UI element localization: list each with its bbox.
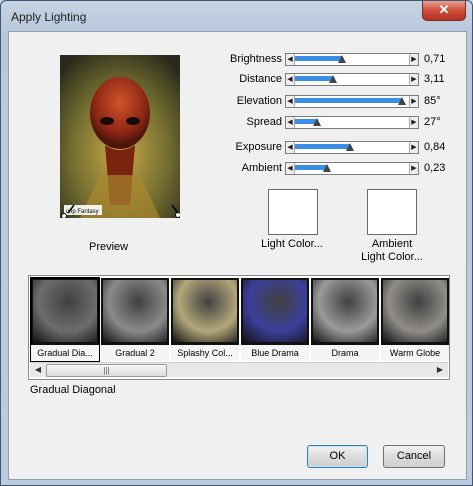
ambient-label: Ambient (241, 162, 282, 174)
preset-label: Warm Globe (381, 345, 449, 361)
preset-label: Blue Drama (241, 345, 309, 361)
slider-thumb[interactable] (329, 75, 337, 83)
ambient-color-label-line2: Light Color... (361, 251, 423, 263)
dialog-window: Apply Lighting ✕ cnp Fantasy Preview Bri… (0, 0, 473, 486)
distance-slider[interactable]: ◀ ▶ (285, 73, 419, 86)
preset-gallery: Gradual Dia... Gradual 2 Splashy Col... Blu… (28, 275, 450, 380)
selected-preset-name: Gradual Diagonal (30, 384, 116, 396)
preset-thumbnail[interactable]: Drama (311, 278, 379, 361)
ambient-value: 0,23 (424, 162, 446, 174)
preset-preview (33, 280, 97, 342)
light-handle-left[interactable] (61, 213, 67, 219)
slider-thumb[interactable] (323, 164, 331, 172)
preview-art: cnp Fantasy (60, 55, 180, 218)
ambient-color-label-line1: Ambient (371, 238, 413, 250)
distance-label: Distance (239, 73, 282, 85)
brightness-value: 0,71 (424, 53, 446, 65)
scroll-right-button[interactable]: ▶ (433, 363, 447, 377)
slider-thumb[interactable] (346, 143, 354, 151)
window-title: Apply Lighting (11, 10, 87, 24)
preset-preview (173, 280, 237, 342)
elevation-value: 85° (424, 95, 441, 107)
preset-preview (243, 280, 307, 342)
preset-label: Gradual Dia... (31, 345, 99, 361)
exposure-label: Exposure (235, 141, 282, 153)
spread-value: 27° (424, 116, 441, 128)
preset-preview (383, 280, 447, 342)
preset-preview (313, 280, 377, 342)
preset-thumbnail[interactable]: Gradual 2 (101, 278, 169, 361)
ambient-slider[interactable]: ◀ ▶ (285, 162, 419, 175)
preset-thumbnail[interactable]: Splashy Col... (171, 278, 239, 361)
slider-thumb[interactable] (313, 118, 321, 126)
brightness-slider[interactable]: ◀ ▶ (285, 53, 419, 66)
light-handle-right[interactable] (175, 212, 181, 218)
title-bar[interactable]: Apply Lighting ✕ (1, 1, 472, 31)
spread-slider[interactable]: ◀ ▶ (285, 116, 419, 129)
scroll-left-button[interactable]: ◀ (31, 363, 45, 377)
preset-label: Gradual 2 (101, 345, 169, 361)
light-color-swatch[interactable] (268, 189, 318, 235)
slider-thumb[interactable] (338, 55, 346, 63)
exposure-value: 0,84 (424, 141, 446, 153)
brightness-label: Brightness (230, 53, 282, 65)
scroll-thumb[interactable]: ||| (46, 364, 167, 377)
preset-preview (103, 280, 167, 342)
preset-thumbnail[interactable]: Gradual Dia... (30, 277, 100, 362)
preset-label: Drama (311, 345, 379, 361)
preview-image[interactable]: cnp Fantasy (60, 55, 180, 218)
slider-thumb[interactable] (398, 97, 406, 105)
exposure-slider[interactable]: ◀ ▶ (285, 141, 419, 154)
elevation-label: Elevation (236, 95, 282, 107)
light-color-label: Light Color... (261, 238, 323, 250)
elevation-slider[interactable]: ◀ ▶ (285, 95, 419, 108)
preset-label: Splashy Col... (171, 345, 239, 361)
dialog-client: cnp Fantasy Preview Brightness ◀ ▶ 0,71 D… (8, 31, 467, 480)
ambient-color-swatch[interactable] (367, 189, 417, 235)
ok-button[interactable]: OK (307, 445, 368, 468)
preset-thumbnail[interactable]: Blue Drama (241, 278, 309, 361)
cancel-button[interactable]: Cancel (383, 445, 445, 468)
preview-label: Preview (89, 241, 129, 253)
distance-value: 3,11 (424, 73, 445, 85)
spread-label: Spread (246, 116, 282, 128)
gallery-scrollbar[interactable]: ◀ ||| ▶ (30, 362, 448, 377)
preset-thumbnail[interactable]: Warm Globe (381, 278, 449, 361)
close-button[interactable]: ✕ (422, 1, 466, 21)
